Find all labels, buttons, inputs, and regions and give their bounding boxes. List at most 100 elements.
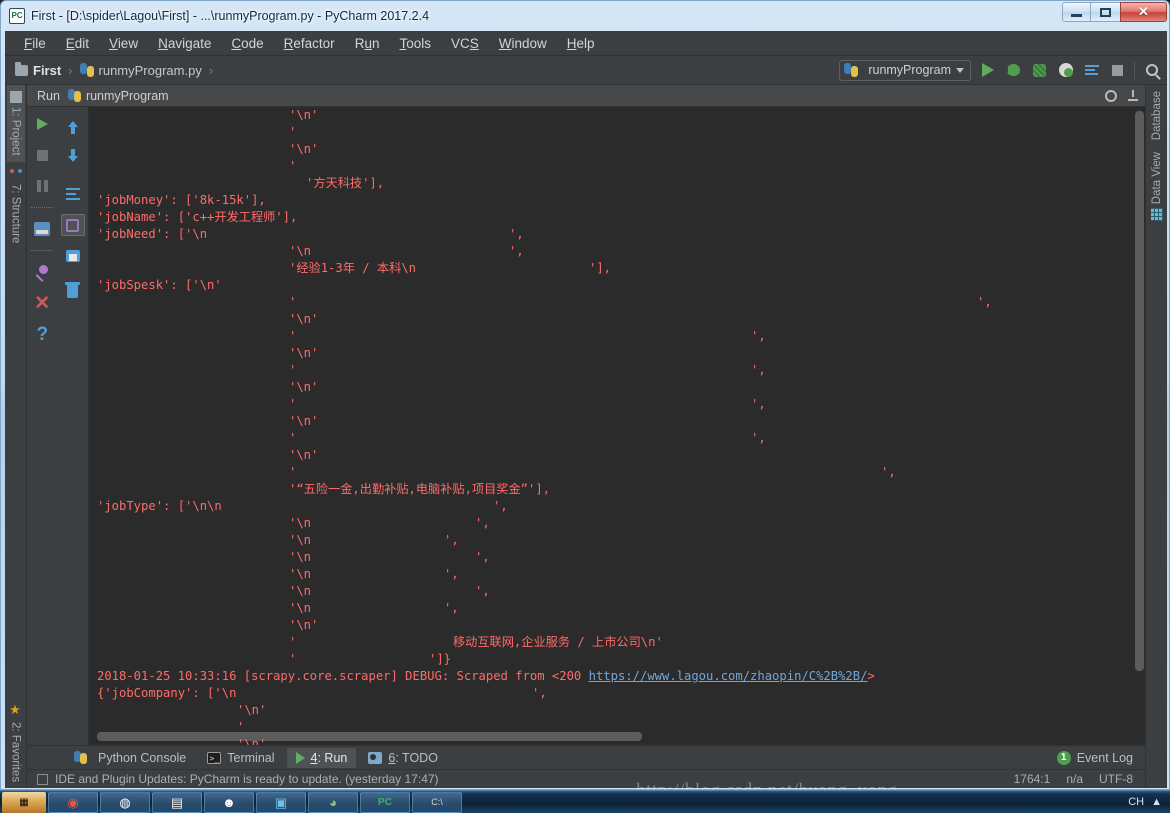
menu-run[interactable]: Run [346, 34, 389, 53]
tab-todo[interactable]: 6: TODO [359, 748, 447, 768]
sidebar-item-data-view-label: Data View [1150, 152, 1163, 205]
print-icon [65, 250, 80, 262]
caret-position[interactable]: 1764:1 [1014, 772, 1051, 786]
run-header-config[interactable]: runmyProgram [86, 89, 169, 103]
run-configuration-selector[interactable]: runmyProgram [839, 59, 971, 81]
menu-help[interactable]: Help [558, 34, 604, 53]
console-line: '\n' [289, 414, 319, 428]
search-everywhere-button[interactable] [1142, 61, 1161, 80]
sidebar-item-structure[interactable]: 7: Structure [7, 162, 25, 249]
sidebar-item-database[interactable]: Database [1148, 85, 1166, 146]
taskbar-item-chrome[interactable]: ◉ [48, 791, 98, 813]
close-button[interactable]: ✕ [30, 292, 54, 314]
taskbar-item-avatar-app[interactable]: ☻ [204, 791, 254, 813]
chevron-down-icon [956, 67, 964, 73]
filter-button[interactable] [30, 218, 54, 240]
tab-python-console[interactable]: Python Console [65, 748, 195, 768]
status-notification[interactable]: IDE and Plugin Updates: PyCharm is ready… [55, 772, 439, 786]
taskbar-item-cloud-app[interactable]: ◍ [100, 791, 150, 813]
console-line: ', [751, 329, 766, 343]
maximize-icon [1100, 7, 1111, 17]
pin-tab-button[interactable] [30, 261, 54, 283]
maximize-button[interactable] [1091, 2, 1120, 22]
console-line: ' [289, 329, 297, 343]
rerun-button[interactable] [30, 113, 54, 135]
console-line: '\n' [289, 448, 319, 462]
console-hyperlink[interactable]: https://www.lagou.com/zhaopin/C%2B%2B/ [589, 669, 868, 683]
menu-edit[interactable]: Edit [57, 34, 98, 53]
pin-icon [35, 265, 49, 279]
trash-icon [65, 281, 81, 298]
python-icon [74, 751, 87, 764]
run-toolbar-right-column [58, 107, 89, 745]
sidebar-item-data-view[interactable]: Data View [1148, 146, 1166, 226]
down-the-stack-trace-button[interactable] [61, 148, 85, 170]
clear-all-button[interactable] [61, 280, 85, 302]
console-horizontal-scrollbar[interactable] [97, 732, 642, 741]
bottom-toolwindow-bar: Python Console >_ Terminal 4: Run 6: TOD… [27, 745, 1145, 769]
breadcrumb-separator-2: › [208, 62, 214, 78]
star-icon: ★ [8, 702, 24, 718]
pause-output-button[interactable] [30, 175, 54, 197]
console-scroll-thumb[interactable] [1135, 111, 1144, 671]
minimize-button[interactable] [1062, 2, 1091, 22]
media-app-icon: ▣ [274, 794, 288, 810]
encoding-indicator[interactable]: UTF-8 [1099, 772, 1133, 786]
up-the-stack-trace-button[interactable] [61, 113, 85, 135]
line-separator[interactable]: n/a [1066, 772, 1083, 786]
console-line: ' [289, 465, 297, 479]
help-button[interactable]: ? [30, 323, 54, 345]
stop-button[interactable] [30, 144, 54, 166]
print-button[interactable] [61, 245, 85, 267]
tray-expand-icon[interactable]: ▲ [1151, 796, 1162, 808]
ime-indicator[interactable]: CH [1128, 796, 1144, 808]
tab-run[interactable]: 4: Run [286, 747, 357, 768]
taskbar-item-pycharm[interactable]: PC [360, 791, 410, 813]
menu-file[interactable]: File [15, 34, 55, 53]
console-line: ', [444, 533, 459, 547]
breadcrumb-file[interactable]: runmyProgram.py [79, 63, 202, 78]
main-area: 1: Project 7: Structure ★ 2: Favorites R… [5, 85, 1167, 788]
pycharm-app-icon: PC [9, 7, 25, 24]
sidebar-item-favorites[interactable]: ★ 2: Favorites [7, 697, 25, 788]
start-button[interactable]: ▦ [2, 791, 46, 813]
tab-terminal[interactable]: >_ Terminal [198, 748, 283, 768]
stop-button[interactable] [1108, 61, 1127, 80]
console-line: ', [509, 227, 524, 241]
run-icon [295, 751, 305, 764]
scroll-to-end-icon [66, 218, 80, 232]
debug-button[interactable] [1004, 61, 1023, 80]
menu-tools[interactable]: Tools [390, 34, 440, 53]
sidebar-item-project[interactable]: 1: Project [6, 85, 25, 162]
console-line: '经验1-3年 / 本科\n [289, 261, 416, 275]
export-to-file-icon[interactable] [1127, 89, 1139, 102]
console-line: '\n [289, 550, 312, 564]
menu-view[interactable]: View [100, 34, 147, 53]
console-line: ', [751, 363, 766, 377]
profile-button[interactable] [1056, 61, 1075, 80]
taskbar-item-wechat[interactable]: ◕ [308, 791, 358, 813]
console-log-line: 2018-01-25 10:33:16 [scrapy.core.scraper… [97, 668, 875, 685]
menu-refactor[interactable]: Refactor [275, 34, 344, 53]
menu-navigate[interactable]: Navigate [149, 34, 220, 53]
coverage-button[interactable] [1030, 61, 1049, 80]
event-log-button[interactable]: 1 Event Log [1056, 750, 1145, 765]
menu-window[interactable]: Window [490, 34, 556, 53]
taskbar-item-notepad[interactable]: ▤ [152, 791, 202, 813]
taskbar-item-media-app[interactable]: ▣ [256, 791, 306, 813]
title-bar: PC First - [D:\spider\Lagou\First] - ...… [1, 1, 1170, 30]
menu-vcs[interactable]: VCS [442, 34, 488, 53]
run-button[interactable] [978, 61, 997, 80]
close-button[interactable]: ✕ [1120, 2, 1167, 22]
console-line: 'jobType': ['\n\n [97, 499, 222, 513]
breadcrumb-project[interactable]: First [15, 61, 61, 78]
gear-icon[interactable] [1105, 89, 1117, 102]
attach-button[interactable] [1082, 61, 1101, 80]
menu-code[interactable]: Code [222, 34, 272, 53]
scroll-to-end-button[interactable] [60, 214, 85, 236]
taskbar-item-cmd[interactable]: C:\ [412, 791, 462, 813]
soft-wrap-button[interactable] [61, 183, 85, 205]
notification-checkbox[interactable] [37, 773, 48, 785]
console-vertical-scrollbar[interactable] [1133, 107, 1145, 745]
console-output[interactable]: '\n' ' '\n' ' '方天科技'],'jobMoney': ['8k-15k']… [89, 107, 1145, 745]
